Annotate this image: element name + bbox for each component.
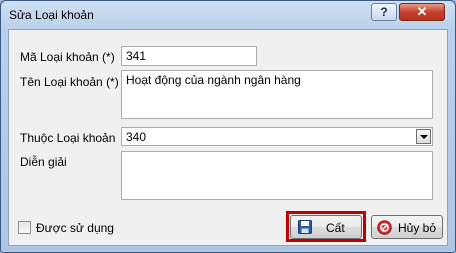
in-use-checkbox[interactable] xyxy=(18,221,31,234)
cancel-button-label: Hủy bỏ xyxy=(398,221,437,235)
name-field[interactable]: Hoạt động của ngành ngân hàng xyxy=(121,70,433,119)
parent-dropdown-value: 340 xyxy=(126,130,147,144)
description-label: Diễn giải xyxy=(20,155,67,169)
edit-category-dialog: Sửa Loại khoản ? ✕ Mã Loại khoản (*) 341… xyxy=(0,0,456,253)
cancel-icon xyxy=(377,220,392,235)
help-button[interactable]: ? xyxy=(371,3,397,21)
floppy-disk-icon xyxy=(298,220,312,234)
dialog-body: Mã Loại khoản (*) 341 Tên Loại khoản (*)… xyxy=(8,29,448,246)
save-button[interactable]: Cất xyxy=(290,215,362,239)
chevron-down-icon[interactable] xyxy=(416,129,431,144)
in-use-label: Được sử dụng xyxy=(36,221,114,235)
close-button[interactable]: ✕ xyxy=(399,3,445,21)
title-bar[interactable]: Sửa Loại khoản ? ✕ xyxy=(1,1,455,29)
parent-label: Thuộc Loại khoản xyxy=(20,131,116,145)
save-button-label: Cất xyxy=(326,221,345,235)
code-field[interactable]: 341 xyxy=(121,46,257,66)
dialog-title: Sửa Loại khoản xyxy=(9,8,94,22)
cancel-button[interactable]: Hủy bỏ xyxy=(371,215,443,239)
name-label: Tên Loại khoản (*) xyxy=(20,75,119,89)
description-field[interactable] xyxy=(121,151,433,200)
code-label: Mã Loại khoản (*) xyxy=(20,50,115,64)
parent-dropdown[interactable]: 340 xyxy=(121,127,433,146)
